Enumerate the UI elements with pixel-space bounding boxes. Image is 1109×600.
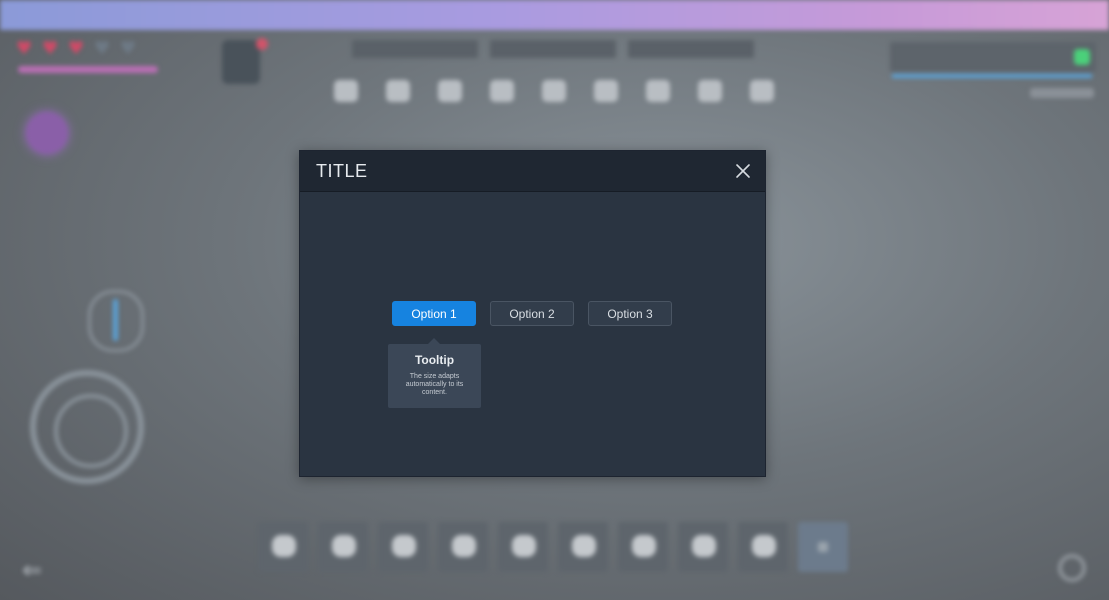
hud-tabs (352, 40, 754, 58)
close-icon (736, 164, 750, 178)
hud-tab[interactable] (352, 40, 478, 58)
tool-icon[interactable] (542, 80, 566, 102)
modal-header: TITLE (300, 151, 765, 192)
hud-tab[interactable] (628, 40, 754, 58)
tool-icon[interactable] (490, 80, 514, 102)
tool-icon[interactable] (386, 80, 410, 102)
hotbar (258, 522, 848, 572)
heart-icon: ♥ (42, 38, 59, 59)
top-status-bar (0, 0, 1109, 30)
add-resource-icon[interactable] (1074, 49, 1090, 65)
avatar[interactable] (222, 40, 260, 84)
option-3-button[interactable]: Option 3 (588, 301, 672, 326)
tool-icon[interactable] (698, 80, 722, 102)
resource-panel (890, 42, 1096, 72)
hotbar-slot[interactable] (798, 522, 848, 572)
hotbar-slot[interactable] (498, 522, 548, 572)
tool-icon[interactable] (334, 80, 358, 102)
close-button[interactable] (731, 159, 755, 183)
tool-row (334, 80, 774, 102)
tool-icon[interactable] (594, 80, 618, 102)
heart-icon: ♥ (94, 38, 111, 59)
hotbar-slot[interactable] (678, 522, 728, 572)
option-group: Option 1 Option 2 Option 3 (392, 301, 672, 326)
modal-title: TITLE (316, 161, 368, 181)
option-2-button[interactable]: Option 2 (490, 301, 574, 326)
tooltip-title: Tooltip (414, 353, 455, 367)
notification-badge (256, 38, 268, 50)
tooltip: Tooltip The size adapts automatically to… (388, 338, 481, 408)
tool-icon[interactable] (438, 80, 462, 102)
resource-caption (1030, 88, 1094, 98)
joystick-radar[interactable] (30, 370, 144, 484)
hotbar-slot[interactable] (378, 522, 428, 572)
heart-icon: ♥ (16, 38, 33, 59)
tool-icon[interactable] (750, 80, 774, 102)
energy-bar (18, 66, 158, 73)
gear-icon[interactable] (1058, 554, 1086, 582)
back-arrow-icon[interactable]: ⇐ (22, 556, 42, 584)
hud-tab[interactable] (490, 40, 616, 58)
hotbar-slot[interactable] (738, 522, 788, 572)
progress-bar (892, 74, 1092, 78)
tool-icon[interactable] (646, 80, 670, 102)
hotbar-slot[interactable] (438, 522, 488, 572)
option-1-button[interactable]: Option 1 (392, 301, 476, 326)
modal-dialog: TITLE Option 1 Option 2 Option 3 Tooltip… (299, 150, 766, 477)
ability-button[interactable] (26, 112, 68, 154)
hotbar-slot[interactable] (618, 522, 668, 572)
heart-icon: ♥ (120, 38, 137, 59)
hotbar-slot[interactable] (318, 522, 368, 572)
tooltip-text: The size adapts automatically to its con… (405, 373, 464, 396)
health-hearts: ♥ ♥ ♥ ♥ ♥ (16, 40, 140, 58)
heart-icon: ♥ (68, 38, 85, 59)
hotbar-slot[interactable] (558, 522, 608, 572)
vertical-gauge (88, 290, 144, 352)
hotbar-slot[interactable] (258, 522, 308, 572)
